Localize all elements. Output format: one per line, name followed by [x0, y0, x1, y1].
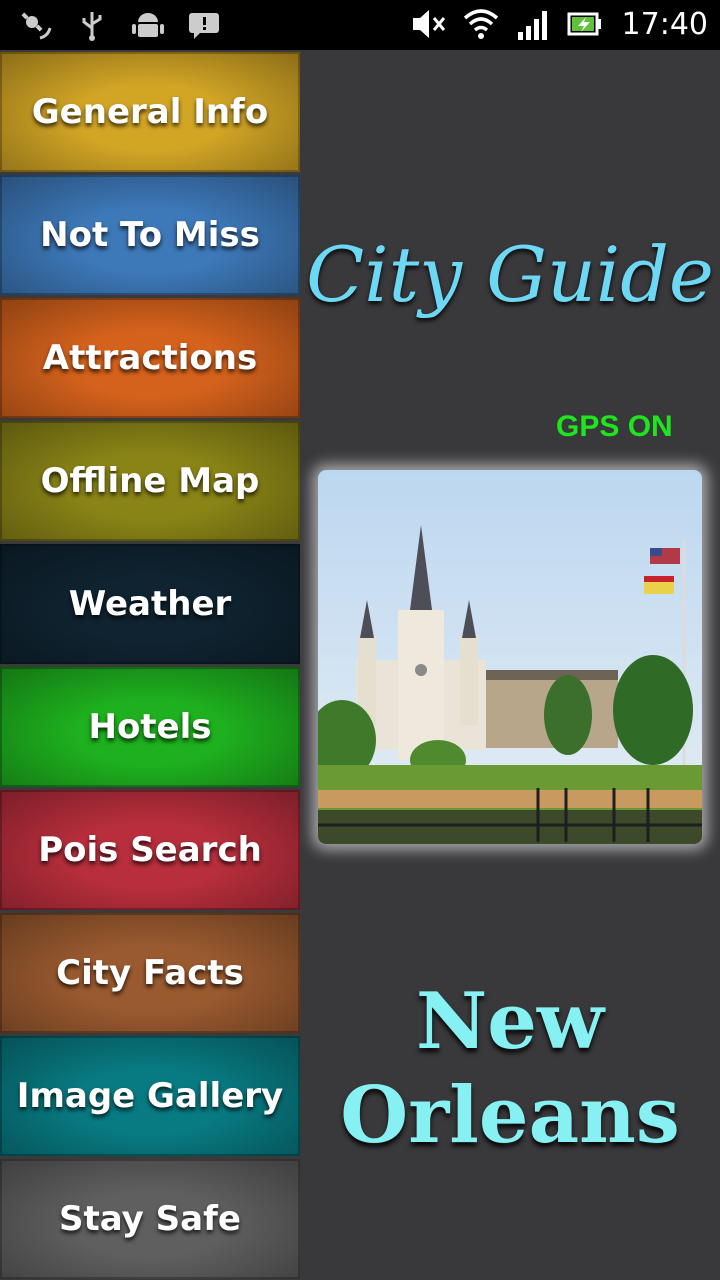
- usb-icon: [82, 12, 102, 41]
- menu-item-label: General Info: [31, 92, 269, 132]
- city-name-line2: Orleans: [340, 1070, 680, 1161]
- menu-item-not-to-miss[interactable]: Not To Miss: [0, 175, 300, 295]
- menu-item-general-info[interactable]: General Info: [0, 52, 300, 172]
- status-left-icons: [18, 8, 222, 42]
- menu-item-image-gallery[interactable]: Image Gallery: [0, 1036, 300, 1156]
- menu-item-label: Weather: [68, 584, 232, 624]
- city-photo: [318, 470, 702, 844]
- menu-item-label: Attractions: [42, 338, 258, 378]
- menu-item-label: Hotels: [88, 707, 212, 747]
- main-menu: General Info Not To Miss Attractions Offlin…: [0, 52, 300, 1280]
- status-bar: 17:40: [0, 0, 720, 50]
- menu-item-label: Offline Map: [40, 461, 260, 501]
- battery-charging-icon: [567, 12, 601, 36]
- city-name-line1: New: [415, 976, 605, 1067]
- menu-item-city-facts[interactable]: City Facts: [0, 913, 300, 1033]
- menu-item-weather[interactable]: Weather: [0, 544, 300, 664]
- signal-icon: [517, 11, 547, 40]
- menu-item-offline-map[interactable]: Offline Map: [0, 421, 300, 541]
- menu-item-label: Stay Safe: [59, 1199, 241, 1239]
- menu-item-label: Not To Miss: [40, 215, 260, 255]
- city-name: New Orleans: [300, 975, 720, 1163]
- android-debug-icon: [132, 13, 164, 37]
- status-clock: 17:40: [621, 6, 708, 42]
- cathedral-photo-image: [318, 470, 702, 844]
- menu-item-stay-safe[interactable]: Stay Safe: [0, 1159, 300, 1279]
- gps-status: GPS ON: [556, 410, 673, 443]
- message-icon: [189, 13, 219, 39]
- menu-item-hotels[interactable]: Hotels: [0, 667, 300, 787]
- menu-item-attractions[interactable]: Attractions: [0, 298, 300, 418]
- wifi-icon: [463, 9, 498, 39]
- menu-item-label: Pois Search: [38, 830, 262, 870]
- gps-satellite-icon: [21, 12, 52, 40]
- status-right-icons: 17:40: [410, 6, 708, 42]
- menu-item-pois-search[interactable]: Pois Search: [0, 790, 300, 910]
- home-panel: City Guide GPS ON New Orleans: [300, 50, 720, 1280]
- mute-icon: [412, 10, 445, 38]
- menu-item-label: City Facts: [56, 953, 244, 993]
- menu-item-label: Image Gallery: [16, 1076, 284, 1116]
- app-title: City Guide: [306, 230, 714, 319]
